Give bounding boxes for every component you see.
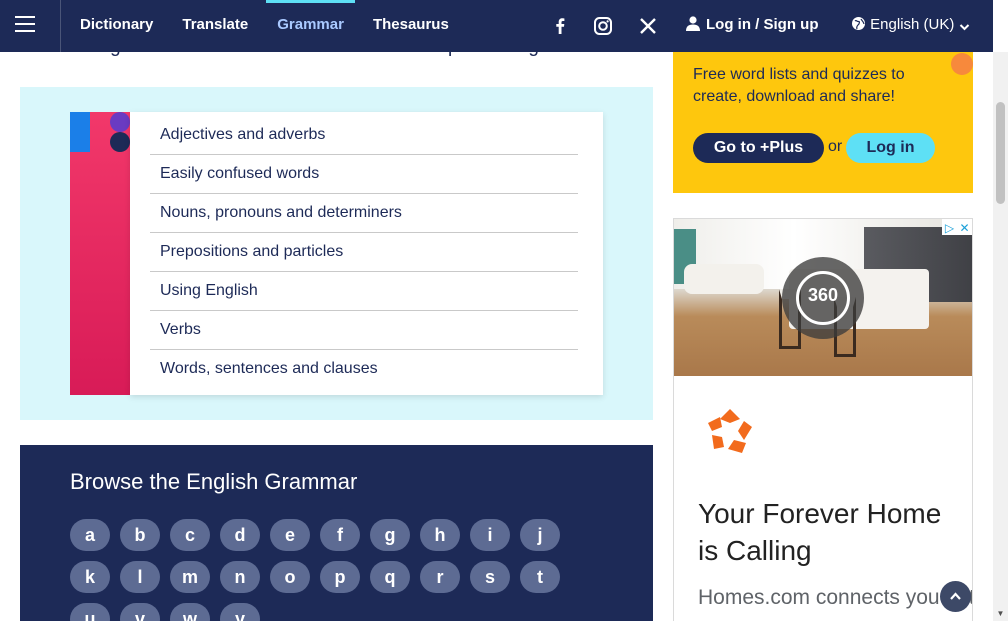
scroll-down-arrow-icon[interactable]: ▼: [996, 609, 1005, 618]
letter-button-d[interactable]: d: [220, 519, 260, 551]
letter-button-h[interactable]: h: [420, 519, 460, 551]
decorative-orange-dot: [951, 53, 973, 75]
category-link-adjectives-adverbs[interactable]: Adjectives and adverbs: [150, 116, 578, 155]
category-link-nouns-pronouns-determiners[interactable]: Nouns, pronouns and determiners: [150, 194, 578, 233]
letter-button-b[interactable]: b: [120, 519, 160, 551]
plus-or-text: or: [828, 138, 843, 155]
letter-button-c[interactable]: c: [170, 519, 210, 551]
category-link-verbs[interactable]: Verbs: [150, 311, 578, 350]
vr-360-badge[interactable]: 360: [782, 257, 864, 339]
letter-button-f[interactable]: f: [320, 519, 360, 551]
x-icon[interactable]: [637, 15, 659, 37]
user-icon: [686, 16, 700, 31]
category-list: Adjectives and adverbs Easily confused w…: [130, 112, 603, 395]
letter-button-s[interactable]: s: [470, 561, 510, 593]
main-nav: Dictionary Translate Grammar Thesaurus: [69, 0, 467, 52]
instagram-icon[interactable]: [592, 15, 614, 37]
photo-sofa: [684, 264, 764, 294]
decorative-navy-dot: [110, 132, 130, 152]
language-selector[interactable]: English (UK): [851, 0, 970, 52]
letter-button-r[interactable]: r: [420, 561, 460, 593]
alphabet-letters: a b c d e f g h i j k l m n o p q r s t …: [70, 519, 590, 621]
decorative-graphic: [70, 112, 130, 395]
letter-button-m[interactable]: m: [170, 561, 210, 593]
plus-login-button[interactable]: Log in: [846, 133, 935, 163]
hamburger-menu-icon[interactable]: [15, 16, 35, 34]
adchoices-icon[interactable]: ▷: [942, 220, 957, 236]
homes-logo-icon: [708, 409, 752, 453]
letter-button-k[interactable]: k: [70, 561, 110, 593]
letter-button-y[interactable]: y: [220, 603, 260, 621]
nav-dictionary[interactable]: Dictionary: [69, 0, 164, 52]
scrollbar-thumb[interactable]: [996, 102, 1005, 204]
letter-button-t[interactable]: t: [520, 561, 560, 593]
ad-close-icon[interactable]: ✕: [957, 220, 972, 236]
grammar-categories-panel: Adjectives and adverbs Easily confused w…: [20, 87, 653, 420]
page-scrollbar[interactable]: ▼: [993, 52, 1008, 621]
category-link-words-sentences-clauses[interactable]: Words, sentences and clauses: [150, 350, 578, 389]
plus-promo-text: Free word lists and quizzes to create, d…: [693, 66, 905, 105]
facebook-icon[interactable]: [549, 15, 571, 37]
nav-thesaurus[interactable]: Thesaurus: [362, 0, 460, 52]
ad-headline[interactable]: Your Forever Home is Calling: [698, 495, 958, 569]
category-link-easily-confused-words[interactable]: Easily confused words: [150, 155, 578, 194]
plus-promo-box: Free word lists and quizzes to create, d…: [673, 38, 973, 193]
letter-button-p[interactable]: p: [320, 561, 360, 593]
globe-icon: [852, 17, 865, 30]
letter-button-j[interactable]: j: [520, 519, 560, 551]
login-signup-link[interactable]: Log in / Sign up: [686, 0, 818, 52]
ad-body-text[interactable]: Homes.com connects you to the listing ag…: [698, 585, 972, 611]
nav-translate[interactable]: Translate: [171, 0, 259, 52]
category-link-using-english[interactable]: Using English: [150, 272, 578, 311]
browse-grammar-section: Browse the English Grammar a b c d e f g…: [20, 445, 653, 621]
letter-button-i[interactable]: i: [470, 519, 510, 551]
page: how grammar is used in natural written a…: [0, 0, 1008, 621]
letter-button-a[interactable]: a: [70, 519, 110, 551]
site-header: Dictionary Translate Grammar Thesaurus L…: [0, 0, 993, 52]
advertisement[interactable]: 360 ▷ ✕ Your Forever Home is Calling Home…: [673, 218, 973, 621]
adchoices-badge[interactable]: ▷ ✕: [942, 219, 972, 236]
login-label: Log in / Sign up: [706, 16, 819, 33]
letter-button-o[interactable]: o: [270, 561, 310, 593]
letter-button-g[interactable]: g: [370, 519, 410, 551]
letter-button-q[interactable]: q: [370, 561, 410, 593]
letter-button-n[interactable]: n: [220, 561, 260, 593]
letter-button-v[interactable]: v: [120, 603, 160, 621]
decorative-blue-block: [70, 112, 90, 152]
header-divider: [60, 0, 61, 52]
letter-button-w[interactable]: w: [170, 603, 210, 621]
category-link-prepositions-particles[interactable]: Prepositions and particles: [150, 233, 578, 272]
letter-button-l[interactable]: l: [120, 561, 160, 593]
ad-kitchen-photo[interactable]: 360 ▷ ✕: [674, 219, 972, 376]
browse-title: Browse the English Grammar: [70, 469, 358, 494]
language-label: English (UK): [870, 16, 955, 33]
go-to-plus-button[interactable]: Go to +Plus: [693, 133, 824, 163]
scroll-to-top-button[interactable]: [940, 581, 971, 612]
chevron-down-icon: [959, 24, 969, 31]
decorative-purple-dot: [110, 112, 130, 132]
letter-button-u[interactable]: u: [70, 603, 110, 621]
nav-grammar[interactable]: Grammar: [266, 0, 355, 52]
letter-button-e[interactable]: e: [270, 519, 310, 551]
vr-360-label: 360: [807, 285, 839, 305]
chevron-up-icon: [950, 592, 961, 600]
